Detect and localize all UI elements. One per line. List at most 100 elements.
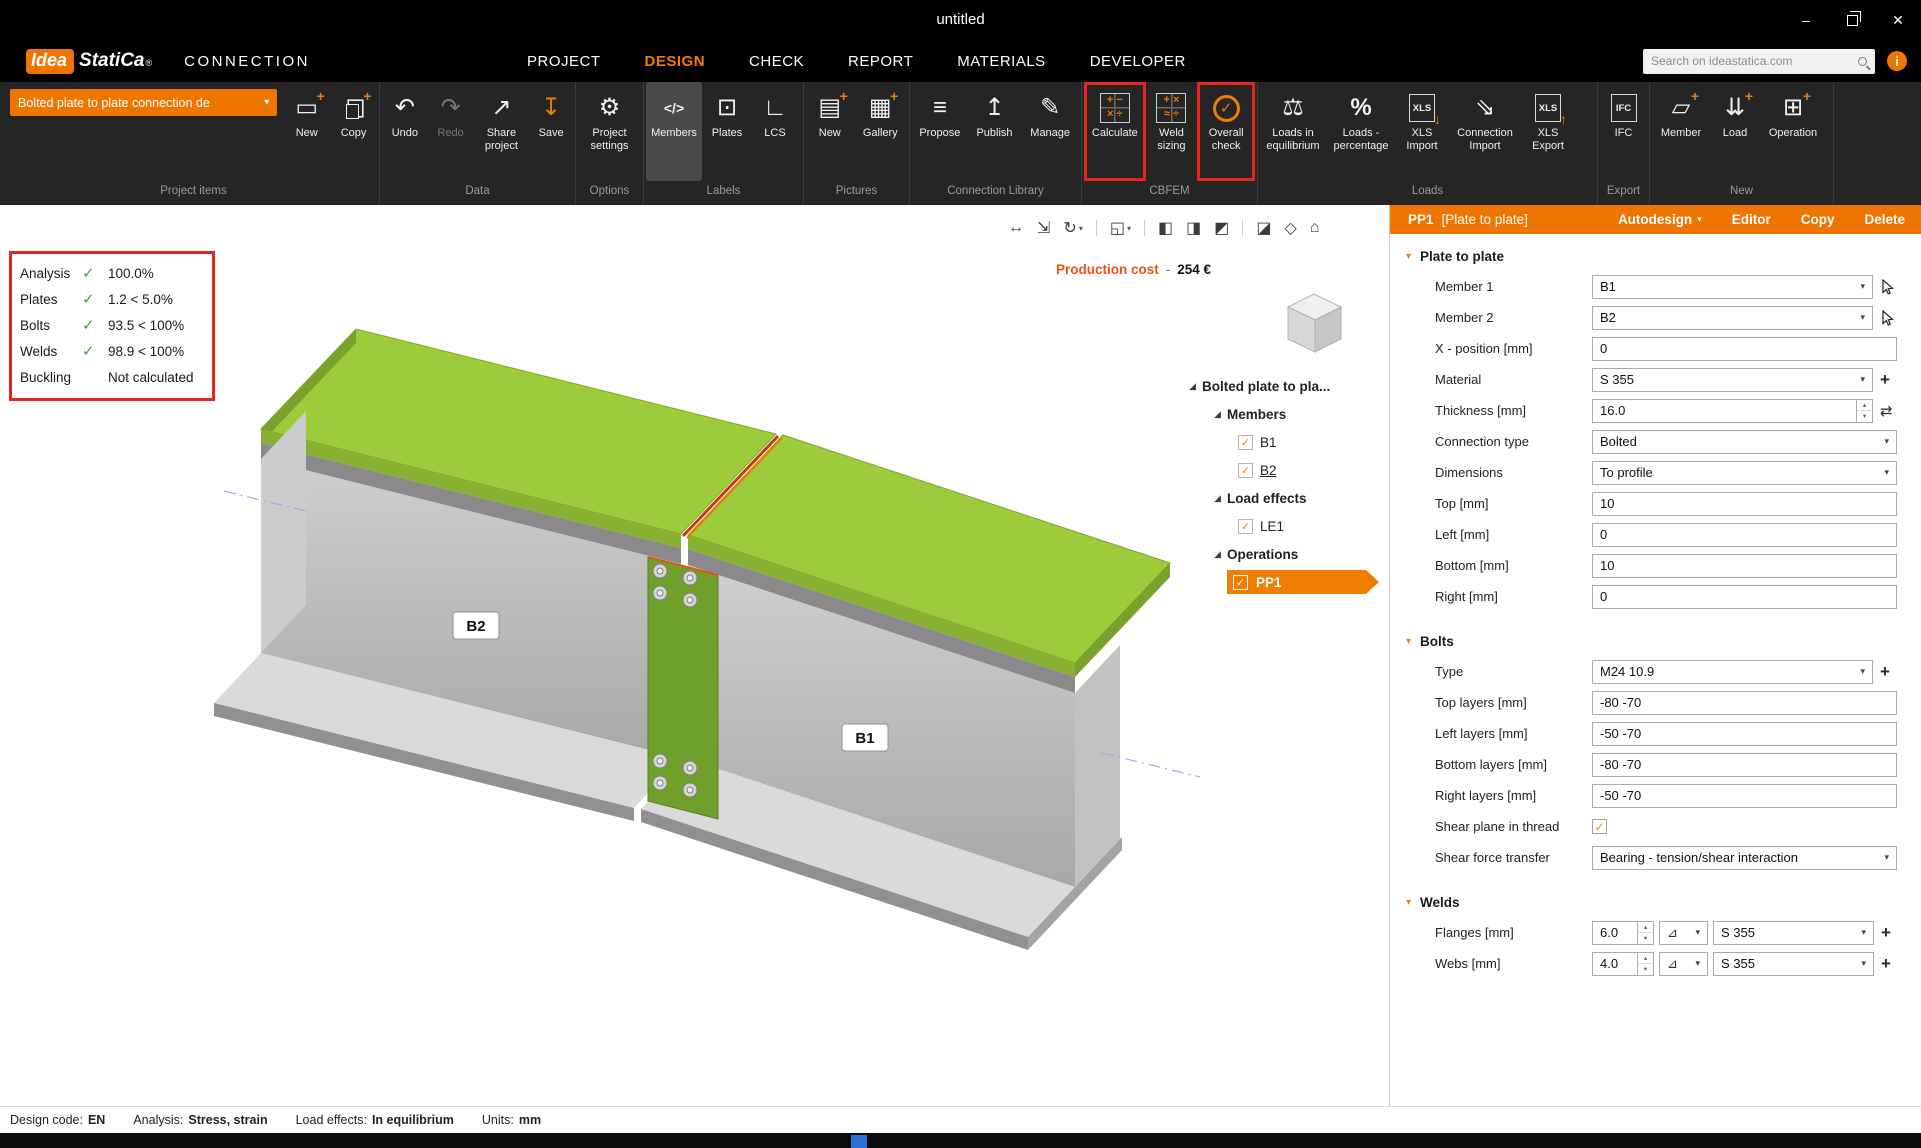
search-box[interactable] xyxy=(1643,49,1875,74)
tree-group-members[interactable]: ◢ Members xyxy=(1183,400,1388,428)
rotate-view-icon[interactable]: ↻▾ xyxy=(1063,218,1082,238)
calculate-button[interactable]: + − × ÷ Calculate xyxy=(1084,82,1146,181)
top-input[interactable] xyxy=(1592,492,1897,516)
new-member-button[interactable]: ▱+ Member xyxy=(1652,82,1710,181)
publish-button[interactable]: ↥ Publish xyxy=(968,82,1022,181)
plates-labels-toggle[interactable]: ⊡ Plates xyxy=(702,82,752,181)
pp1-selected-banner[interactable]: ✓ PP1 xyxy=(1227,570,1379,594)
tab-developer[interactable]: DEVELOPER xyxy=(1090,53,1186,70)
overall-check-button[interactable]: ✓ Overall check xyxy=(1197,82,1255,181)
undo-button[interactable]: ↶ Undo xyxy=(382,82,428,181)
pick-member-icon[interactable] xyxy=(1880,279,1894,295)
new-picture-button[interactable]: ▤+ New xyxy=(806,82,854,181)
view-top-icon[interactable]: ◩ xyxy=(1214,218,1229,238)
3d-viewport[interactable]: B2 B1 ↔ ⇲ ↻▾ ◱▾ ◧ ◨ ◩ ◪ xyxy=(0,205,1390,1106)
add-material-button[interactable]: + xyxy=(1880,370,1898,390)
left-layers-input[interactable] xyxy=(1592,722,1897,746)
x-position-input[interactable] xyxy=(1592,337,1897,361)
add-weld-material-button[interactable]: + xyxy=(1881,954,1899,974)
tree-root[interactable]: ◢ Bolted plate to pla... xyxy=(1183,372,1388,400)
copy-project-item-button[interactable]: + Copy xyxy=(330,82,377,181)
checkbox-checked[interactable]: ✓ xyxy=(1238,519,1253,534)
expander-icon[interactable]: ◢ xyxy=(1214,549,1227,560)
ifc-export-button[interactable]: IFC IFC xyxy=(1600,82,1647,181)
spinner-arrows[interactable]: ▴▾ xyxy=(1637,922,1653,944)
editor-button[interactable]: Editor xyxy=(1732,212,1771,227)
lcs-toggle[interactable]: ∟ LCS xyxy=(752,82,798,181)
tree-group-operations[interactable]: ◢ Operations xyxy=(1183,540,1388,568)
material-select[interactable]: S 355 ▾ xyxy=(1592,368,1873,392)
flange-weld-size-spinner[interactable]: ▴▾ xyxy=(1592,921,1654,945)
swap-thickness-icon[interactable]: ⇄ xyxy=(1880,402,1893,420)
manage-button[interactable]: ✎ Manage xyxy=(1021,82,1079,181)
new-operation-button[interactable]: ⊞+ Operation xyxy=(1760,82,1826,181)
view-cube[interactable] xyxy=(1288,294,1341,352)
spinner-arrows[interactable]: ▴▾ xyxy=(1637,953,1653,975)
tree-item-pp1[interactable]: ✓ PP1 xyxy=(1183,568,1388,596)
tab-report[interactable]: REPORT xyxy=(848,53,913,70)
loads-percentage-toggle[interactable]: % Loads - percentage xyxy=(1326,82,1396,181)
connection-import-button[interactable]: ⇘ Connection Import xyxy=(1448,82,1522,181)
checkbox-checked[interactable]: ✓ xyxy=(1233,575,1248,590)
view-front-icon[interactable]: ◧ xyxy=(1158,218,1173,238)
member2-select[interactable]: B2 ▾ xyxy=(1592,306,1873,330)
right-layers-input[interactable] xyxy=(1592,784,1897,808)
view-side-icon[interactable]: ◨ xyxy=(1186,218,1201,238)
expander-icon[interactable]: ◢ xyxy=(1214,409,1227,420)
zoom-fit-icon[interactable]: ⇲ xyxy=(1037,218,1050,238)
add-weld-material-button[interactable]: + xyxy=(1881,923,1899,943)
copy-operation-button[interactable]: Copy xyxy=(1801,212,1835,227)
dimensions-select[interactable]: To profile ▾ xyxy=(1592,461,1897,485)
tab-check[interactable]: CHECK xyxy=(749,53,804,70)
close-button[interactable]: ✕ xyxy=(1875,0,1921,40)
checkbox-checked[interactable]: ✓ xyxy=(1238,435,1253,450)
bolt-type-select[interactable]: M24 10.9 ▾ xyxy=(1592,660,1873,684)
project-settings-button[interactable]: ⚙ Project settings xyxy=(578,82,641,181)
right-input[interactable] xyxy=(1592,585,1897,609)
members-labels-toggle[interactable]: </> Members xyxy=(646,82,702,181)
delete-operation-button[interactable]: Delete xyxy=(1864,212,1905,227)
add-bolt-assembly-button[interactable]: + xyxy=(1880,662,1898,682)
section-plate-to-plate[interactable]: ▾ Plate to plate xyxy=(1390,241,1921,271)
gallery-button[interactable]: ▦+ Gallery xyxy=(854,82,907,181)
maximize-button[interactable] xyxy=(1829,0,1875,40)
measure-tool-icon[interactable]: ↔ xyxy=(1008,219,1024,237)
shear-transfer-select[interactable]: Bearing - tension/shear interaction ▾ xyxy=(1592,846,1897,870)
web-weld-type-select[interactable]: ⊿ ▾ xyxy=(1659,952,1708,976)
checkbox-checked[interactable]: ✓ xyxy=(1238,463,1253,478)
new-load-button[interactable]: ⇊+ Load xyxy=(1710,82,1760,181)
loads-in-equilibrium-toggle[interactable]: ⚖ Loads in equilibrium xyxy=(1260,82,1326,181)
tab-design[interactable]: DESIGN xyxy=(645,53,706,70)
tree-item-b2[interactable]: ✓ B2 xyxy=(1183,456,1388,484)
weld-sizing-button[interactable]: + × ≈ ÷ Weld sizing xyxy=(1146,82,1198,181)
beam-b1[interactable] xyxy=(641,435,1170,950)
web-weld-size-spinner[interactable]: ▴▾ xyxy=(1592,952,1654,976)
propose-button[interactable]: ≡ Propose xyxy=(912,82,968,181)
tree-item-b1[interactable]: ✓ B1 xyxy=(1183,428,1388,456)
section-clip-icon[interactable]: ◱▾ xyxy=(1110,218,1131,238)
autodesign-dropdown[interactable]: Autodesign▾ xyxy=(1618,212,1702,227)
view-iso-icon[interactable]: ◪ xyxy=(1256,218,1271,238)
left-input[interactable] xyxy=(1592,523,1897,547)
member1-select[interactable]: B1 ▾ xyxy=(1592,275,1873,299)
bottom-input[interactable] xyxy=(1592,554,1897,578)
info-icon[interactable]: i xyxy=(1887,51,1907,71)
share-project-button[interactable]: ↗ Share project xyxy=(474,82,530,181)
thickness-spinner[interactable]: ▴▾ xyxy=(1592,399,1873,423)
flange-weld-type-select[interactable]: ⊿ ▾ xyxy=(1659,921,1708,945)
tree-item-le1[interactable]: ✓ LE1 xyxy=(1183,512,1388,540)
section-bolts[interactable]: ▾ Bolts xyxy=(1390,626,1921,656)
workplane-icon[interactable]: ◇ xyxy=(1284,218,1296,238)
save-button[interactable]: ↧ Save xyxy=(529,82,573,181)
project-items-dropdown[interactable]: Bolted plate to plate connection de ▾ xyxy=(10,89,277,116)
taskbar-peek[interactable] xyxy=(851,1135,867,1148)
spinner-arrows[interactable]: ▴▾ xyxy=(1856,400,1872,422)
tree-group-load-effects[interactable]: ◢ Load effects xyxy=(1183,484,1388,512)
web-weld-material-select[interactable]: S 355 ▾ xyxy=(1713,952,1874,976)
pick-member-icon[interactable] xyxy=(1880,310,1894,326)
shear-plane-checkbox[interactable]: ✓ xyxy=(1592,819,1607,834)
connection-type-select[interactable]: Bolted ▾ xyxy=(1592,430,1897,454)
section-welds[interactable]: ▾ Welds xyxy=(1390,887,1921,917)
minimize-button[interactable]: – xyxy=(1783,0,1829,40)
xls-import-button[interactable]: XLS↓ XLS Import xyxy=(1396,82,1448,181)
